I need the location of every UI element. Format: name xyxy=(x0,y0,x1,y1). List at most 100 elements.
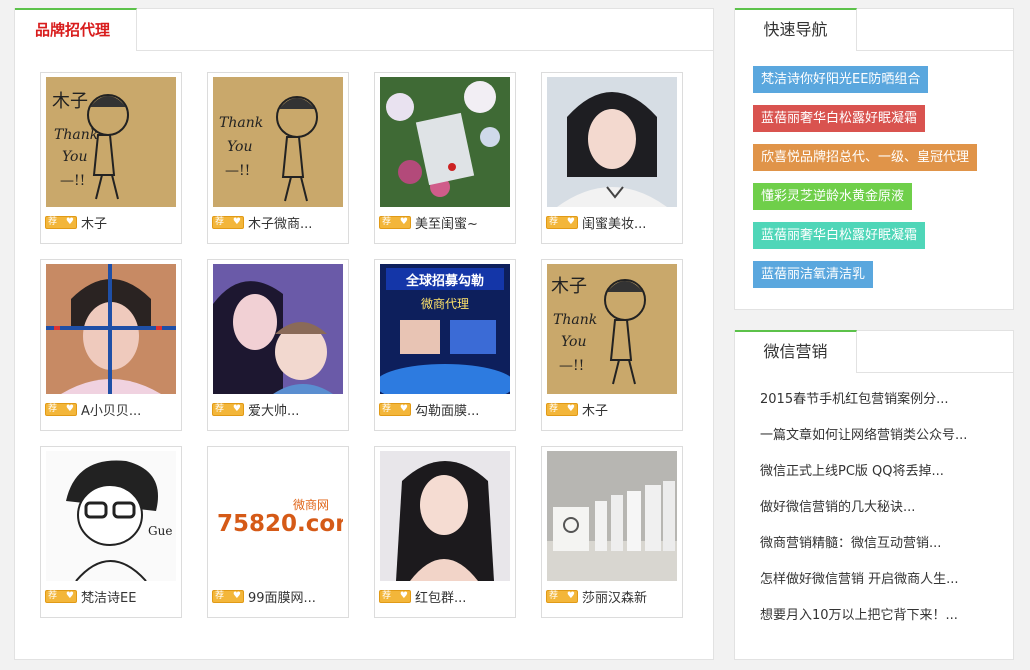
agent-recruit-poster: 全球招募勾勒 微商代理 xyxy=(380,264,510,394)
brand-thumbnail[interactable]: Thank You —!! xyxy=(213,77,343,207)
article-link[interactable]: 2015春节手机红包营销案例分... xyxy=(760,391,1000,427)
brand-card[interactable]: 荐红包群... xyxy=(374,446,516,618)
recommend-badge: 荐 xyxy=(546,215,578,229)
brand-card[interactable]: 全球招募勾勒 微商代理 荐勾勒面膜... xyxy=(374,259,516,431)
article-link[interactable]: 一篇文章如何让网络营销类公众号... xyxy=(760,427,1000,463)
article-link[interactable]: 微商营销精髓：微信互动营销... xyxy=(760,535,1000,571)
tab-quick-nav[interactable]: 快速导航 xyxy=(735,8,857,52)
article-list: 2015春节手机红包营销案例分... 一篇文章如何让网络营销类公众号... 微信… xyxy=(760,391,1000,643)
brand-caption[interactable]: 荐勾勒面膜... xyxy=(379,400,513,418)
woman-portrait-photo xyxy=(380,451,510,581)
brand-card[interactable]: 荐闺蜜美妆... xyxy=(541,72,683,244)
brand-thumbnail[interactable]: 微商网 75820.com xyxy=(213,451,343,581)
brand-caption[interactable]: 荐红包群... xyxy=(379,587,513,605)
cartoon-thank-you-image: Thank You —!! xyxy=(213,77,343,207)
brand-caption[interactable]: 荐 99面膜网... xyxy=(212,587,346,605)
brand-thumbnail[interactable] xyxy=(213,264,343,394)
recommend-badge: 荐 xyxy=(45,215,77,229)
brand-card[interactable]: Gue 荐梵洁诗EE xyxy=(40,446,182,618)
svg-text:—!!: —!! xyxy=(225,163,250,179)
brand-name: A小贝贝... xyxy=(81,403,142,419)
svg-text:—!!: —!! xyxy=(60,173,85,189)
svg-text:全球招募勾勒: 全球招募勾勒 xyxy=(405,273,484,289)
brand-card[interactable]: 荐莎丽汉森新 xyxy=(541,446,683,618)
site-logo-image: 微商网 75820.com xyxy=(213,451,343,581)
brand-agent-tabbar: 品牌招代理 xyxy=(15,8,713,52)
quick-nav-link[interactable]: 欣喜悦品牌招总代、一级、皇冠代理 xyxy=(753,144,978,171)
article-link[interactable]: 怎样做好微信营销 开启微商人生... xyxy=(760,571,1000,607)
brand-card[interactable]: 荐爱大帅... xyxy=(207,259,349,431)
recommend-badge: 荐 xyxy=(212,589,244,603)
svg-text:Gue: Gue xyxy=(148,524,172,538)
brand-name: 美至闺蜜~ xyxy=(415,216,478,232)
quick-nav-link[interactable]: 蓝蓓丽奢华白松露好眠凝霜 xyxy=(753,105,926,132)
brand-card[interactable]: 木子 Thank You —!! 荐木子 xyxy=(40,72,182,244)
brand-agent-panel: 品牌招代理 木子 Thank You —!! 荐 ♥ 木子 Thank You … xyxy=(14,8,714,660)
quick-nav-tabbar: 快速导航 xyxy=(735,8,1013,52)
article-link[interactable]: 微信正式上线PC版 QQ将丢掉... xyxy=(760,463,1000,499)
brand-caption[interactable]: 荐梵洁诗EE xyxy=(45,587,179,605)
recommend-badge: 荐 xyxy=(212,215,244,229)
svg-text:微商网: 微商网 xyxy=(293,497,329,512)
brand-card[interactable]: 微商网 75820.com 荐 99面膜网... xyxy=(207,446,349,618)
brand-thumbnail[interactable]: Gue xyxy=(46,451,176,581)
brand-caption[interactable]: 荐 A小贝贝... xyxy=(45,400,179,418)
brand-card[interactable]: 荐美至闺蜜~ xyxy=(374,72,516,244)
recommend-badge: 荐 xyxy=(546,402,578,416)
cartoon-glasses-drawing: Gue xyxy=(46,451,176,581)
svg-text:木子: 木子 xyxy=(551,276,587,297)
brand-name: 木子 xyxy=(582,403,609,419)
svg-text:Thank: Thank xyxy=(219,115,263,131)
article-link[interactable]: 想要月入10万以上把它背下来！... xyxy=(760,607,1000,643)
brand-caption[interactable]: 荐爱大帅... xyxy=(212,400,346,418)
recommend-badge: 荐 xyxy=(379,215,411,229)
tab-wechat-marketing[interactable]: 微信营销 xyxy=(735,330,857,374)
brand-thumbnail[interactable]: 全球招募勾勒 微商代理 xyxy=(380,264,510,394)
recommend-badge: 荐 xyxy=(379,402,411,416)
brand-caption[interactable]: 荐木子微商... xyxy=(212,213,346,231)
brand-card[interactable]: Thank You —!! 荐木子微商... xyxy=(207,72,349,244)
quick-nav-panel: 快速导航 梵洁诗你好阳光EE防晒组合 蓝蓓丽奢华白松露好眠凝霜 欣喜悦品牌招总代… xyxy=(734,8,1014,310)
wechat-marketing-tabbar: 微信营销 xyxy=(735,330,1013,374)
wechat-marketing-panel: 微信营销 2015春节手机红包营销案例分... 一篇文章如何让网络营销类公众号.… xyxy=(734,330,1014,660)
cartoon-thank-you-image: 木子 Thank You —!! xyxy=(547,264,677,394)
brand-thumbnail[interactable] xyxy=(547,77,677,207)
brand-thumbnail[interactable]: 木子 Thank You —!! xyxy=(547,264,677,394)
flower-facemask-photo xyxy=(380,77,510,207)
cartoon-thank-you-image: 木子 Thank You —!! xyxy=(46,77,176,207)
brand-thumbnail[interactable] xyxy=(380,77,510,207)
brand-caption[interactable]: 荐闺蜜美妆... xyxy=(546,213,680,231)
page: 品牌招代理 木子 Thank You —!! 荐 ♥ 木子 Thank You … xyxy=(0,0,1030,670)
brand-thumbnail[interactable] xyxy=(547,451,677,581)
recommend-badge: 荐 xyxy=(379,589,411,603)
brand-caption[interactable]: 荐莎丽汉森新 xyxy=(546,587,680,605)
brand-thumbnail[interactable] xyxy=(380,451,510,581)
brand-thumbnail[interactable] xyxy=(46,264,176,394)
brand-card[interactable]: 木子 Thank You —!! 荐木子 xyxy=(541,259,683,431)
svg-text:You: You xyxy=(227,139,252,155)
woman-portrait-photo xyxy=(547,77,677,207)
brand-caption[interactable]: 荐木子 xyxy=(45,213,179,231)
brand-caption[interactable]: 荐美至闺蜜~ xyxy=(379,213,513,231)
svg-text:You: You xyxy=(62,149,87,165)
quick-nav-link[interactable]: 蓝蓓丽奢华白松露好眠凝霜 xyxy=(753,222,926,249)
svg-text:You: You xyxy=(561,334,586,350)
svg-text:木子: 木子 xyxy=(52,91,88,112)
article-link[interactable]: 做好微信营销的几大秘诀... xyxy=(760,499,1000,535)
recommend-badge: 荐 xyxy=(212,402,244,416)
quick-nav-link[interactable]: 梵洁诗你好阳光EE防晒组合 xyxy=(753,66,929,93)
woman-selfie-photo xyxy=(46,264,176,394)
svg-text:75820.com: 75820.com xyxy=(217,511,343,537)
brand-caption[interactable]: 荐木子 xyxy=(546,400,680,418)
brand-name: 木子微商... xyxy=(248,216,313,232)
brand-name: 莎丽汉森新 xyxy=(582,590,648,606)
svg-text:Thank: Thank xyxy=(553,312,597,328)
mother-baby-photo xyxy=(213,264,343,394)
recommend-badge: 荐 xyxy=(45,402,77,416)
brand-card[interactable]: 荐 A小贝贝... xyxy=(40,259,182,431)
brand-thumbnail[interactable]: 木子 Thank You —!! xyxy=(46,77,176,207)
tab-brand-agent[interactable]: 品牌招代理 xyxy=(15,8,137,52)
quick-nav-link[interactable]: 懂彩灵芝逆龄水黄金原液 xyxy=(753,183,913,210)
quick-nav-link[interactable]: 蓝蓓丽洁氧清洁乳 xyxy=(753,261,874,288)
recommend-badge: 荐 xyxy=(45,589,77,603)
